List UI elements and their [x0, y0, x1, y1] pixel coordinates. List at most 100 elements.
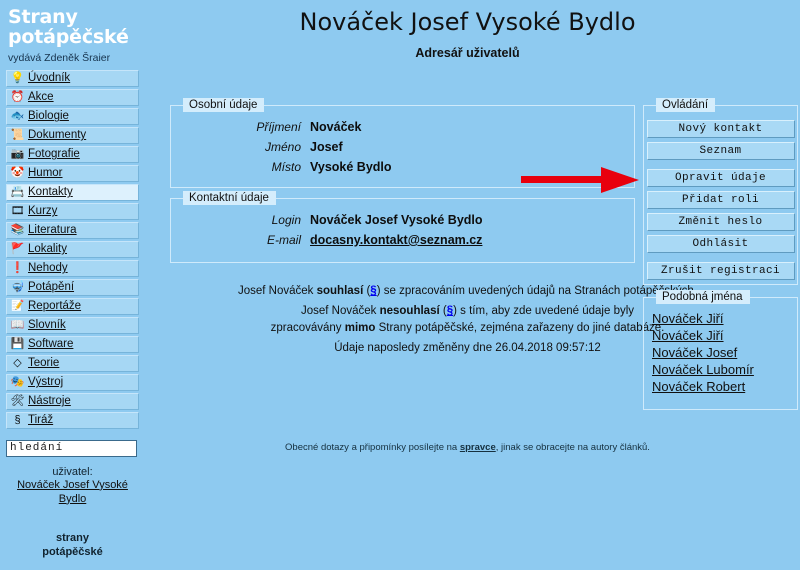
contact-data-rows: Login Nováček Josef Vysoké Bydlo E-mail … [171, 199, 634, 247]
consent-scope-suffix: Strany potápěčské, zejména zařazeny do j… [375, 322, 665, 334]
sidebar-item-label: Kontakty [28, 186, 73, 199]
personal-row: Příjmení Nováček [171, 120, 634, 134]
current-user-link[interactable]: Nováček Josef Vysoké Bydlo [6, 479, 139, 507]
sidebar-item-label: Nehody [28, 262, 68, 275]
site-logo: Strany potápěčské [6, 6, 139, 48]
sidebar-item-humor[interactable]: 🤡 Humor [6, 164, 139, 182]
sidebar-item-label: Kurzy [28, 205, 58, 218]
books-icon: 📚 [10, 224, 25, 237]
contact-row-login: Login Nováček Josef Vysoké Bydlo [171, 213, 634, 227]
dive-flag-icon: 🚩 [10, 243, 25, 256]
consent-agree-suffix: se zpracováním uvedených údajů na Straná… [380, 285, 697, 297]
sidebar-item--vodn-k[interactable]: 💡 Úvodník [6, 69, 139, 87]
sidebar-item-biologie[interactable]: 🐟 Biologie [6, 107, 139, 125]
email-label: E-mail [266, 233, 301, 247]
sidebar-item-label: Akce [28, 91, 54, 104]
left-sidebar: Strany potápěčské vydává Zdeněk Šraier 💡… [0, 0, 145, 570]
sidebar-item-teorie[interactable]: ◇ Teorie [6, 354, 139, 372]
similar-name-link[interactable]: Nováček Josef [652, 345, 797, 360]
button-odhl-sit[interactable]: Odhlásit [646, 235, 795, 253]
sidebar-item-label: Software [28, 338, 74, 351]
warning-icon: ❗ [10, 262, 25, 275]
sidebar-item-akce[interactable]: ⏰ Akce [6, 88, 139, 106]
similar-name-link[interactable]: Nováček Jiří [652, 328, 797, 343]
login-value: Nováček Josef Vysoké Bydlo [310, 213, 483, 227]
contact-data-legend: Kontaktní údaje [183, 191, 276, 205]
user-caption: uživatel: [52, 465, 93, 478]
main-content: Nováček Josef Vysoké Bydlo Adresář uživa… [145, 0, 800, 570]
sidebar-item-slovn-k[interactable]: 📖 Slovník [6, 316, 139, 334]
consent-agree-keyword: souhlasí [316, 285, 364, 297]
sidebar-footer-brand: strany potápěčské [6, 532, 139, 558]
page-title: Nováček Josef Vysoké Bydlo [299, 8, 636, 36]
brand-line-1: Strany [8, 6, 78, 28]
sidebar-item-label: Výstroj [28, 376, 64, 389]
button-p-idat-roli[interactable]: Přidat roli [646, 191, 795, 209]
consent-disagree-prefix: Josef Nováček [300, 305, 380, 317]
stamp-icon: 📜 [10, 129, 25, 142]
diamond-icon: ◇ [13, 357, 22, 370]
footer-note-prefix: Obecné dotazy a připomínky posílejte na [285, 442, 460, 453]
sidebar-item-literatura[interactable]: 📚 Literatura [6, 221, 139, 239]
sidebar-item-label: Slovník [28, 319, 66, 332]
contact-data-fieldset: Kontaktní údaje Login Nováček Josef Vyso… [170, 191, 635, 263]
similar-name-link[interactable]: Nováček Robert [652, 379, 797, 394]
sidebar-item-v-stroj[interactable]: 🎭 Výstroj [6, 373, 139, 391]
publisher-line: vydává Zdeněk Šraier [8, 51, 111, 64]
similar-name-link[interactable]: Nováček Jiří [652, 311, 797, 326]
personal-row-value: Nováček [310, 120, 362, 134]
controls-fieldset: Ovládání Nový kontakt Seznam Opravit údaje… [643, 98, 798, 285]
floppy-icon: 💾 [10, 338, 25, 351]
lightbulb-icon: 💡 [10, 72, 25, 85]
page-root: Strany potápěčské vydává Zdeněk Šraier 💡… [0, 0, 800, 570]
personal-row-value: Josef [310, 140, 343, 154]
button-opravit-daje[interactable]: Opravit údaje [646, 169, 795, 187]
sidebar-item-label: Teorie [28, 357, 60, 370]
sidebar-item-lokality[interactable]: 🚩 Lokality [6, 240, 139, 258]
search-input[interactable] [6, 439, 137, 457]
button-seznam[interactable]: Seznam [646, 142, 795, 160]
sidebar-item-label: Literatura [28, 224, 77, 237]
page-subtitle: Adresář uživatelů [415, 46, 520, 60]
sidebar-item-label: Nástroje [28, 395, 71, 408]
similar-name-link[interactable]: Nováček Lubomír [652, 362, 797, 377]
sidebar-item-n-stroje[interactable]: 🛠 Nástroje [6, 392, 139, 410]
sidebar-item-software[interactable]: 💾 Software [6, 335, 139, 353]
similar-names-list: Nováček Jiří Nováček Jiří Nováček Josef Nov… [644, 298, 797, 394]
controls-button-list: Nový kontakt Seznam Opravit údaje Přidat ro… [644, 106, 797, 280]
sidebar-item-report-e[interactable]: 📝 Reportáže [6, 297, 139, 315]
sidebar-item-kurzy[interactable]: 🎞 Kurzy [6, 202, 139, 220]
sidebar-item-label: Reportáže [28, 300, 82, 313]
consent-agree-prefix: Josef Nováček [237, 285, 317, 297]
sidebar-item-nehody[interactable]: ❗ Nehody [6, 259, 139, 277]
sidebar-item-pot-p-n-[interactable]: 🤿 Potápění [6, 278, 139, 296]
sidebar-item-label: Potápění [28, 281, 75, 294]
personal-row-label: Příjmení [256, 120, 301, 134]
controls-legend: Ovládání [656, 98, 716, 112]
button-nov-kontakt[interactable]: Nový kontakt [646, 120, 795, 138]
camera-icon: 📷 [10, 148, 25, 161]
contact-row-email: E-mail docasny.kontakt@seznam.cz [171, 233, 634, 247]
consent-scope-keyword: mimo [344, 322, 376, 334]
footer-brand-line-1: strany [55, 532, 90, 545]
gear-icon: 🎭 [10, 376, 25, 389]
admin-link[interactable]: spravce [460, 442, 496, 453]
sidebar-item-label: Dokumenty [28, 129, 87, 142]
sidebar-item-kontakty[interactable]: 📇 Kontakty [6, 183, 139, 201]
report-icon: 📝 [10, 300, 25, 313]
sidebar-item-tir-[interactable]: § Tiráž [6, 411, 139, 429]
sidebar-item-label: Fotografie [28, 148, 80, 161]
button-zm-nit-heslo[interactable]: Změnit heslo [646, 213, 795, 231]
personal-row: Jméno Josef [171, 140, 634, 154]
sidebar-item-label: Biologie [28, 110, 69, 123]
sidebar-item-dokumenty[interactable]: 📜 Dokumenty [6, 126, 139, 144]
sidebar-item-label: Úvodník [28, 72, 71, 85]
consent-disagree-suffix: s tím, aby zde uvedené údaje byly [456, 305, 635, 317]
sidebar-item-label: Lokality [28, 243, 67, 256]
button-zru-it-registraci[interactable]: Zrušit registraci [646, 262, 795, 280]
email-link[interactable]: docasny.kontakt@seznam.cz [310, 233, 482, 247]
personal-row-label: Místo [271, 160, 301, 174]
similar-names-fieldset: Podobná jména Nováček Jiří Nováček Jiří No… [643, 290, 798, 410]
sidebar-item-label: Tiráž [28, 414, 54, 427]
sidebar-item-fotografie[interactable]: 📷 Fotografie [6, 145, 139, 163]
